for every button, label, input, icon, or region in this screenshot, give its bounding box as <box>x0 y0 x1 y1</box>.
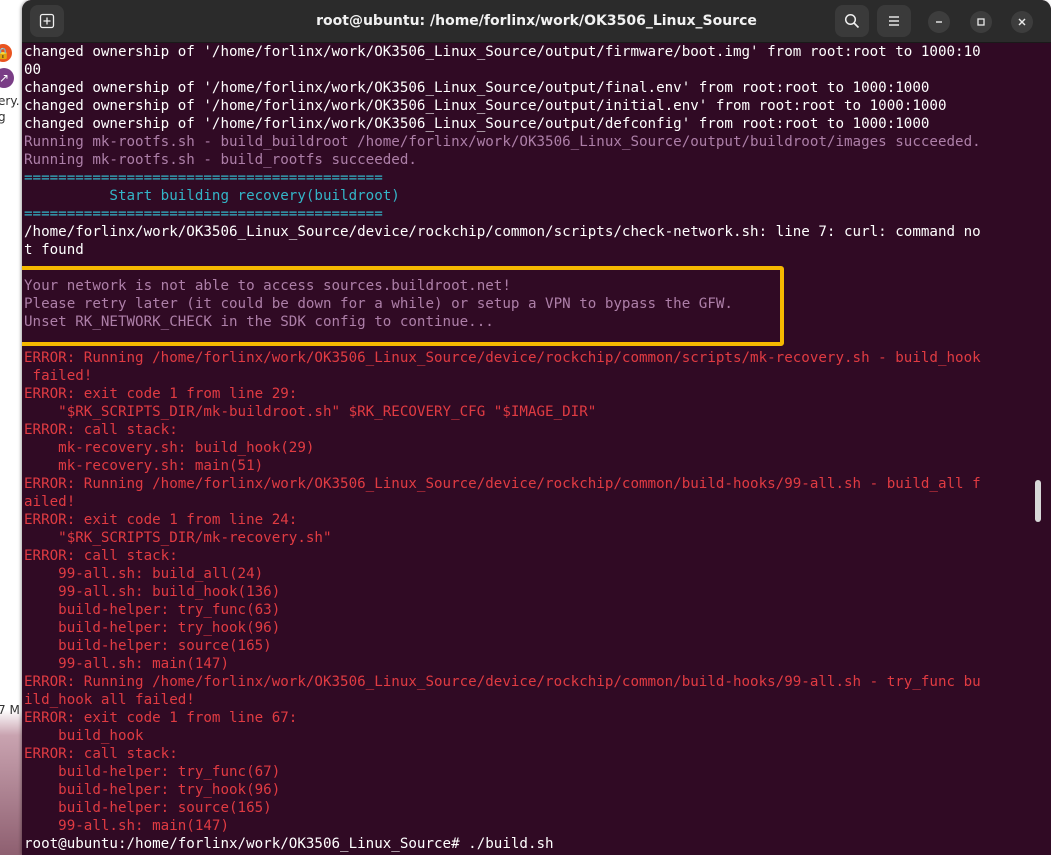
close-icon <box>1018 18 1026 26</box>
terminal-line: Your network is not able to access sourc… <box>24 278 511 294</box>
close-button[interactable] <box>1011 11 1033 33</box>
terminal-line: ERROR: call stack: <box>24 422 178 438</box>
terminal-line: "$RK_SCRIPTS_DIR/mk-buildroot.sh" $RK_RE… <box>24 404 597 420</box>
terminal-line: changed ownership of '/home/forlinx/work… <box>24 80 930 96</box>
terminal-line: build-helper: try_hook(96) <box>24 620 281 636</box>
terminal-line: build-helper: try_hook(96) <box>24 782 281 798</box>
terminal-line: changed ownership of '/home/forlinx/work… <box>24 44 981 60</box>
menu-button[interactable] <box>877 5 911 37</box>
terminal-line: ild_hook all failed! <box>24 692 195 708</box>
terminal-line: Unset RK_NETWORK_CHECK in the SDK config… <box>24 314 494 330</box>
new-tab-icon <box>39 13 55 29</box>
title-bar[interactable]: root@ubuntu: /home/forlinx/work/OK3506_L… <box>22 0 1051 43</box>
terminal-line: 99-all.sh: build_hook(136) <box>24 584 281 600</box>
terminal-line: Running mk-rootfs.sh - build_buildroot /… <box>24 134 981 150</box>
terminal-line: changed ownership of '/home/forlinx/work… <box>24 116 930 132</box>
terminal-line: mk-recovery.sh: main(51) <box>24 458 264 474</box>
terminal-line: ERROR: call stack: <box>24 746 178 762</box>
lock-icon: 🔒 <box>0 44 12 62</box>
terminal-line: Start building recovery(buildroot) <box>24 188 400 204</box>
new-tab-button[interactable] <box>30 5 64 37</box>
terminal-line: ERROR: exit code 1 from line 67: <box>24 710 298 726</box>
arrow-icon: ↗ <box>0 68 14 88</box>
terminal-line: ========================================… <box>24 170 383 186</box>
terminal-line: ERROR: call stack: <box>24 548 178 564</box>
terminal-output[interactable]: changed ownership of '/home/forlinx/work… <box>22 43 1032 855</box>
hamburger-menu-icon <box>889 16 899 26</box>
minimize-button[interactable] <box>928 11 950 33</box>
terminal-line: build-helper: source(165) <box>24 800 272 816</box>
terminal-line: ========================================… <box>24 206 383 222</box>
terminal-line: ERROR: Running /home/forlinx/work/OK3506… <box>24 350 981 366</box>
terminal-window: root@ubuntu: /home/forlinx/work/OK3506_L… <box>22 0 1051 855</box>
terminal-line: ailed! <box>24 494 76 510</box>
terminal-line: Please retry later (it could be down for… <box>24 296 733 312</box>
terminal-line: 99-all.sh: build_all(24) <box>24 566 264 582</box>
terminal-line: ERROR: Running /home/forlinx/work/OK3506… <box>24 476 981 492</box>
maximize-button[interactable] <box>970 11 992 33</box>
background-text: 7 M <box>0 703 20 717</box>
minimize-icon <box>936 21 942 23</box>
terminal-line: t found <box>24 242 84 258</box>
search-icon <box>844 13 860 29</box>
terminal-line: /home/forlinx/work/OK3506_Linux_Source/d… <box>24 224 981 240</box>
terminal-line: build_hook <box>24 728 144 744</box>
terminal-line: ERROR: exit code 1 from line 24: <box>24 512 298 528</box>
terminal-line: "$RK_SCRIPTS_DIR/mk-recovery.sh" <box>24 530 332 546</box>
terminal-line: ERROR: Running /home/forlinx/work/OK3506… <box>24 674 981 690</box>
terminal-line: build-helper: source(165) <box>24 638 272 654</box>
terminal-line: build-helper: try_func(63) <box>24 602 281 618</box>
background-window-strip: 🔒 ↗ ery. g 7 M <box>0 0 22 855</box>
background-text: ery. <box>0 94 20 108</box>
terminal-line: changed ownership of '/home/forlinx/work… <box>24 98 947 114</box>
terminal-line: ERROR: exit code 1 from line 29: <box>24 386 298 402</box>
terminal-line: Running mk-rootfs.sh - build_rootfs succ… <box>24 152 417 168</box>
terminal-line: root@ubuntu:/home/forlinx/work/OK3506_Li… <box>24 836 554 852</box>
background-text: g <box>0 110 6 124</box>
terminal-line: failed! <box>24 368 93 384</box>
terminal-line: 00 <box>24 62 42 78</box>
terminal-line: 99-all.sh: main(147) <box>24 818 229 834</box>
maximize-icon <box>977 18 985 26</box>
scrollbar-thumb[interactable] <box>1035 480 1041 522</box>
search-button[interactable] <box>835 5 869 37</box>
terminal-line: mk-recovery.sh: build_hook(29) <box>24 440 315 456</box>
terminal-line: 99-all.sh: main(147) <box>24 656 229 672</box>
terminal-line: build-helper: try_func(67) <box>24 764 281 780</box>
